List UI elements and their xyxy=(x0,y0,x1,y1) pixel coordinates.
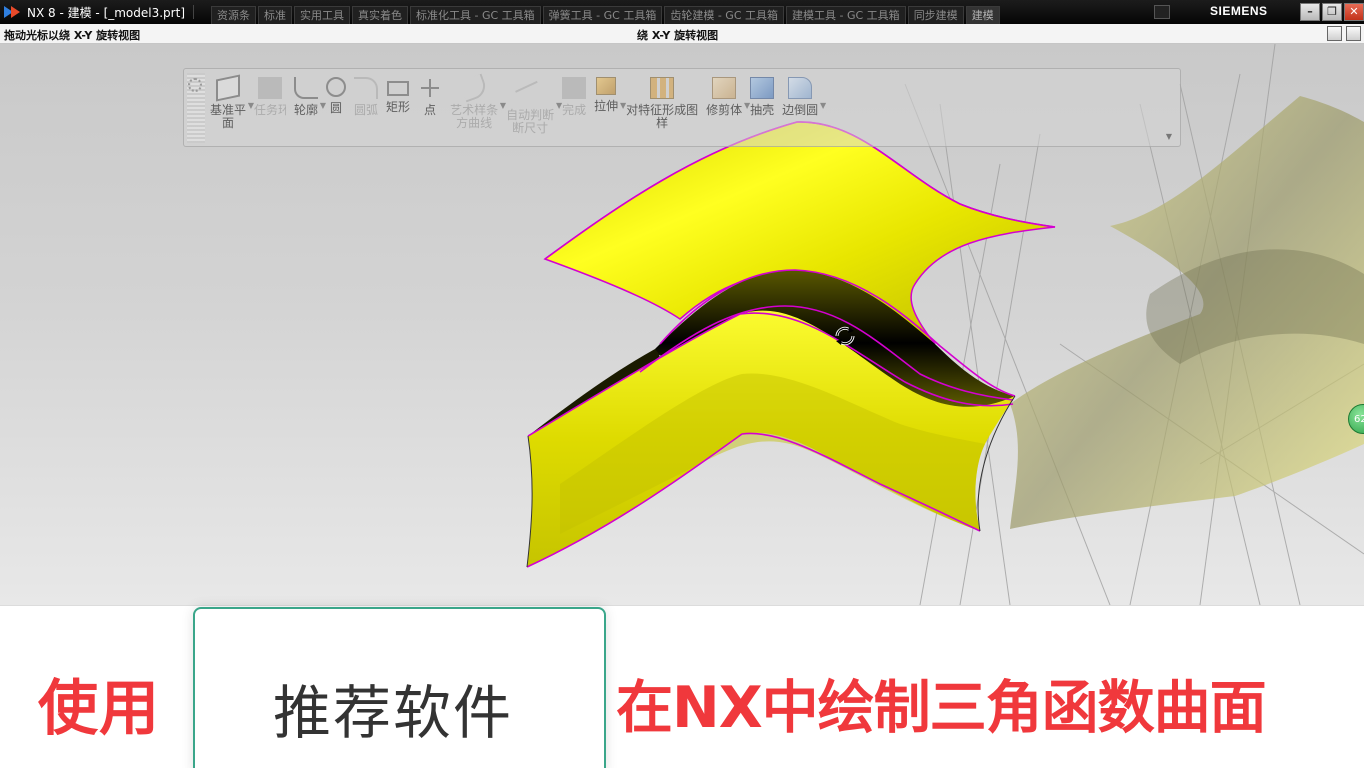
app-tab[interactable]: 建模 xyxy=(965,6,1000,24)
chevron-down-icon[interactable]: ▼ xyxy=(820,101,826,110)
app-tab[interactable]: 建模工具 - GC 工具箱 xyxy=(786,6,906,24)
toolbar-item-profile[interactable]: 轮廓 ▼ xyxy=(290,73,326,135)
point-icon xyxy=(418,77,442,99)
toolbar-item-label: 轮廓 xyxy=(294,103,319,117)
toolbar-item-label: 矩形 xyxy=(386,100,411,114)
toolbar-item-extrude[interactable]: 拉伸 ▼ xyxy=(590,73,626,135)
toolbar-item-label: 圆弧 xyxy=(354,103,379,117)
app-tab[interactable]: 真实着色 xyxy=(352,6,408,24)
banner-box-text: 推荐软件 xyxy=(273,679,514,747)
gear-icon[interactable] xyxy=(188,78,202,92)
toolbar-item-label: 艺术样条 方曲线 xyxy=(450,103,499,130)
edge-blend-icon xyxy=(788,77,813,99)
shell-icon xyxy=(750,77,775,99)
toolbar-item-trim-body[interactable]: 修剪体 ▼ xyxy=(702,73,750,135)
toolbar-item-sketch[interactable]: 任务环境中的草图 xyxy=(250,73,290,135)
floating-toolbar: 基准平 面▼任务环境中的草图轮廓▼圆圆弧矩形点艺术样条 方曲线▼自动判断 断尺寸… xyxy=(183,68,1181,147)
cue-text: 拖动光标以绕 X-Y 旋转视图 xyxy=(4,29,141,42)
app-tab[interactable]: 同步建模 xyxy=(907,6,964,24)
caption-banner: 使用 推荐软件 在NX中绘制三角函数曲面 xyxy=(0,605,1364,768)
toolbar-item-label: 拉伸 xyxy=(594,99,619,113)
nx-logo-icon xyxy=(4,5,22,19)
brand-logo: SIEMENS xyxy=(1210,4,1268,18)
toolbar-item-edge-blend[interactable]: 边倒圆 ▼ xyxy=(778,73,826,135)
toolbar-item-label: 对特征形成图 样 xyxy=(626,103,699,130)
toolbar-item-label: 边倒圆 xyxy=(782,103,819,117)
toolbar-item-dimension[interactable]: 自动判断 断尺寸 ▼ xyxy=(502,73,562,135)
banner-title: 在NX中绘制三角函数曲面 xyxy=(616,675,1267,741)
window-title: NX 8 - 建模 - [_model3.prt] xyxy=(27,5,185,20)
profile-icon xyxy=(294,77,319,99)
toolbar-item-label: 抽壳 xyxy=(750,103,775,117)
cue-line: 拖动光标以绕 X-Y 旋转视图 绕 X-Y 旋转视图 xyxy=(0,24,1364,44)
sketch-icon xyxy=(258,77,283,99)
trim-body-icon xyxy=(712,77,737,99)
app-tab[interactable]: 资源条 xyxy=(211,6,256,24)
toolbar-item-finish[interactable]: 完成 xyxy=(558,73,590,135)
status-text: 绕 X-Y 旋转视图 xyxy=(637,29,719,42)
graphics-window[interactable]: 基准平 面▼任务环境中的草图轮廓▼圆圆弧矩形点艺术样条 方曲线▼自动判断 断尺寸… xyxy=(0,44,1364,605)
fit-icon[interactable] xyxy=(1346,26,1361,41)
app-tab[interactable]: 弹簧工具 - GC 工具箱 xyxy=(542,6,663,24)
circle-icon xyxy=(326,77,347,97)
banner-use-text: 使用 xyxy=(38,674,160,744)
app-tab[interactable]: 实用工具 xyxy=(294,6,350,24)
dimension-icon xyxy=(515,80,545,109)
finish-icon xyxy=(562,77,587,99)
toolbar-tabs: 资源条 标准 实用工具 真实着色 标准化工具 - GC 工具箱 弹簧工具 - GC 工具箱… xyxy=(211,0,1002,24)
toolbar-item-rectangle[interactable]: 矩形 xyxy=(382,73,414,135)
toolbar-item-label: 圆 xyxy=(330,101,343,115)
minimize-button[interactable]: – xyxy=(1300,3,1320,21)
view-icon[interactable] xyxy=(1327,26,1342,41)
app-tab[interactable]: 标准化工具 - GC 工具箱 xyxy=(410,6,541,24)
toolbar-item-label: 完成 xyxy=(562,103,587,117)
arc-icon xyxy=(354,77,379,99)
close-button[interactable]: ✕ xyxy=(1344,3,1364,21)
app-tab[interactable]: 齿轮建模 - GC 工具箱 xyxy=(664,6,785,24)
toolbar-item-shell[interactable]: 抽壳 xyxy=(746,73,778,135)
toolbar-item-arc[interactable]: 圆弧 xyxy=(350,73,382,135)
toolbar-options-icon[interactable]: ▼ xyxy=(1166,132,1172,141)
pattern-icon xyxy=(650,77,675,99)
rectangle-icon xyxy=(387,81,410,96)
toolbar-item-label: 任务环境中的草图 xyxy=(254,104,287,117)
toolbar-item-spline[interactable]: 艺术样条 方曲线 ▼ xyxy=(446,73,506,135)
toolbar-item-label: 点 xyxy=(424,103,437,117)
rotate-cursor-icon xyxy=(835,326,855,346)
toolbar-item-label: 修剪体 xyxy=(706,103,743,117)
toolbar-item-label: 基准平 面 xyxy=(210,103,247,130)
datum-plane-icon xyxy=(216,74,240,102)
recommended-software-box: 推荐软件 xyxy=(193,607,606,768)
toolbar-item-point[interactable]: 点 xyxy=(414,73,446,135)
restore-button[interactable]: ❐ xyxy=(1322,3,1342,21)
extrude-icon xyxy=(596,77,617,95)
toolbar-item-circle[interactable]: 圆 xyxy=(322,73,350,135)
toolbar-item-datum-plane[interactable]: 基准平 面 ▼ xyxy=(206,73,254,135)
title-separator xyxy=(193,5,211,19)
app-tab[interactable]: 标准 xyxy=(258,6,292,24)
toolbar-item-label: 自动判断 断尺寸 xyxy=(506,108,555,135)
spline-icon xyxy=(459,73,490,103)
ribbon-menu-icon[interactable] xyxy=(1154,5,1170,19)
title-bar: NX 8 - 建模 - [_model3.prt] 资源条 标准 实用工具 真实着色标… xyxy=(0,0,1364,24)
toolbar-item-pattern[interactable]: 对特征形成图 样 xyxy=(622,73,702,135)
